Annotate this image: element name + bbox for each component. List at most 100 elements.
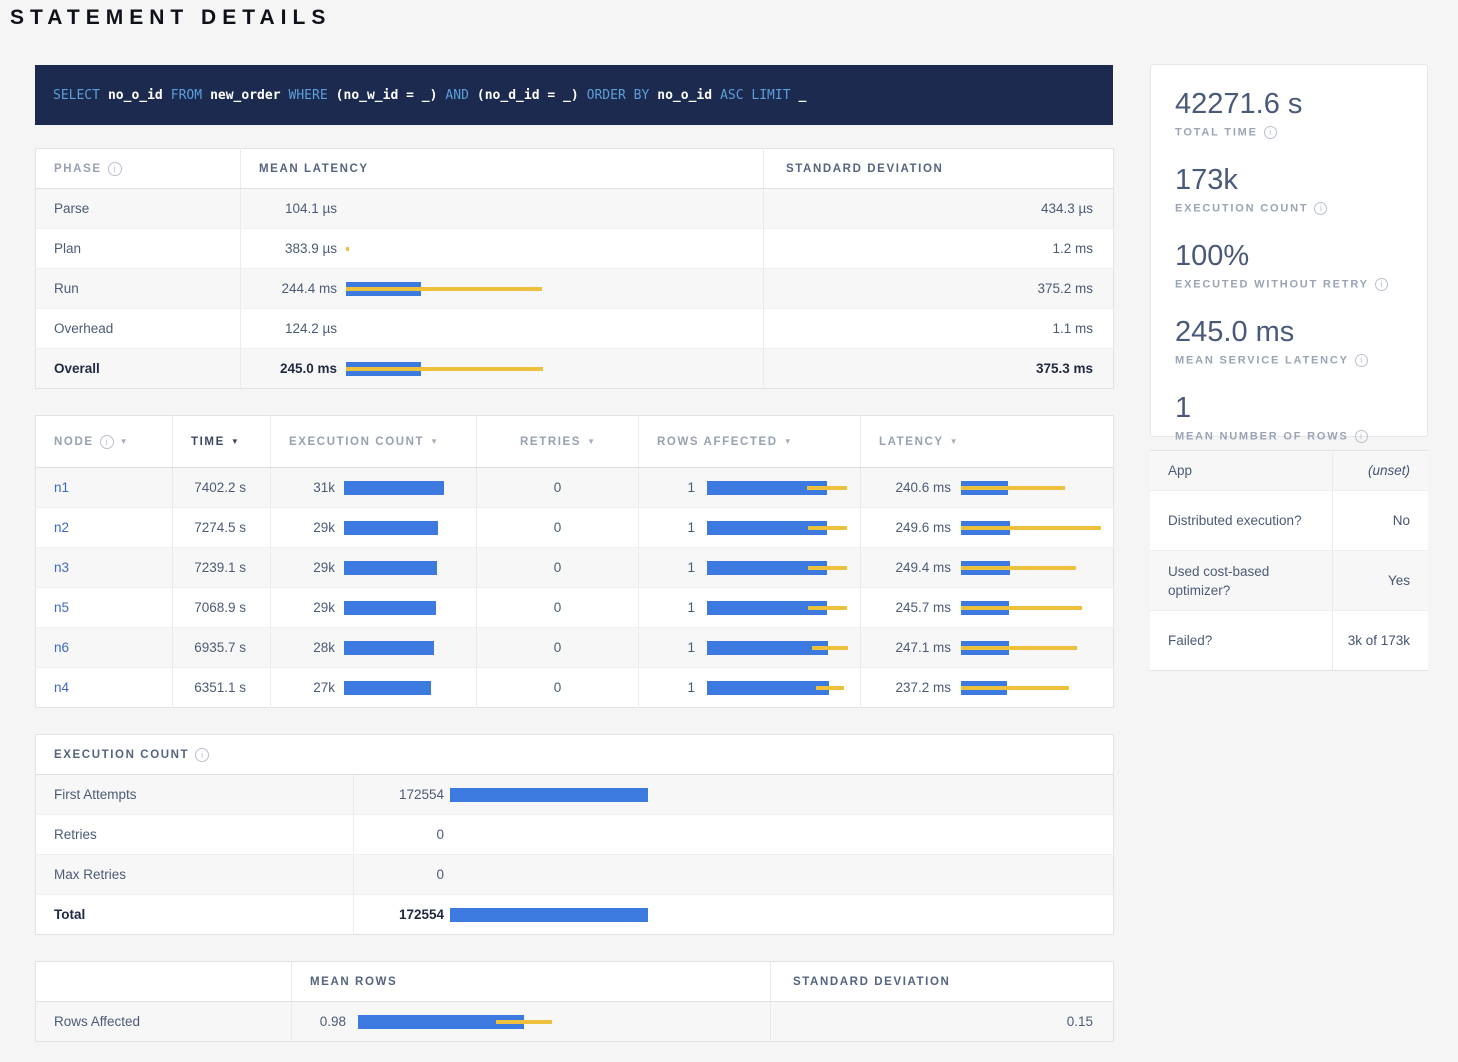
stat-mean-number-of-rows: 1 MEAN NUMBER OF ROWSi [1175,391,1403,443]
stat-value: 245.0 ms [1175,315,1403,349]
latency-value: 245.7 ms [879,600,951,615]
stddev-value: 1.2 ms [764,229,1114,269]
retries-value: 0 [477,628,639,668]
statement-details-page: STATEMENT DETAILS SELECTno_o_idFROMnew_o… [0,0,1458,1062]
stddev-bar [346,247,349,251]
retries-column-header[interactable]: RETRIES▼ [477,416,639,468]
node-link[interactable]: n2 [54,520,69,535]
retries-value: 0 [477,588,639,628]
attribute-value: (unset) [1332,451,1428,491]
latency-value: 247.1 ms [879,640,951,655]
node-stats-table: NODEi▼ TIME▼ EXECUTION COUNT ▼ RETRIES▼ R… [35,415,1114,708]
execution-count-bar [344,481,476,495]
execution-count-column-header[interactable]: EXECUTION COUNT ▼ [271,416,477,468]
phase-latency-table: PHASEi MEAN LATENCY STANDARD DEVIATION P… [35,148,1114,389]
info-icon[interactable]: i [1375,278,1388,291]
stat-label-text: MEAN NUMBER OF ROWS [1175,430,1349,442]
sort-caret-icon: ▼ [430,437,438,446]
latency-column-header[interactable]: LATENCY▼ [861,416,1114,468]
node-link[interactable]: n5 [54,600,69,615]
stddev-bar [807,486,847,490]
node-column-header[interactable]: NODEi▼ [36,416,173,468]
execution-count-value: 29k [287,520,335,535]
execution-count-bar [344,681,476,695]
rows-affected-value: 1 [655,480,695,495]
retries-value: 0 [477,668,639,708]
table-row: Distributed execution? No [1150,491,1428,551]
main-content: SELECTno_o_idFROMnew_orderWHERE(no_w_id … [35,65,1113,1062]
info-icon[interactable]: i [1314,202,1327,215]
page-title: STATEMENT DETAILS [10,6,331,30]
stddev-bar [808,566,847,570]
retries-value: 0 [477,508,639,548]
phase-label: Parse [36,189,241,229]
exec-row-label: First Attempts [36,775,354,815]
info-icon[interactable]: i [1355,354,1368,367]
table-row: Max Retries 0 [36,855,1114,895]
time-value: 6351.1 s [173,668,271,708]
phase-label: Overall [36,349,241,389]
rows-affected-value: 1 [655,520,695,535]
exec-count-cell: 0 [368,867,1113,882]
phase-label: Plan [36,229,241,269]
stddev-bar [961,566,1076,570]
execution-count-cell: 29k [287,560,476,575]
time-value: 7402.2 s [173,468,271,508]
sql-token: _ [799,88,807,103]
retries-value: 0 [477,468,639,508]
node-link[interactable]: n1 [54,480,69,495]
info-icon[interactable]: i [195,748,209,762]
rows-affected-table: MEAN ROWS STANDARD DEVIATION Rows Affect… [35,961,1114,1042]
latency-value: 237.2 ms [879,680,951,695]
table-header-row: NODEi▼ TIME▼ EXECUTION COUNT ▼ RETRIES▼ R… [36,416,1114,468]
phase-column-header: PHASEi [36,149,241,189]
rows-affected-bar [707,481,860,495]
stat-executed-without-retry: 100% EXECUTED WITHOUT RETRYi [1175,239,1403,291]
table-row: Failed? 3k of 173k [1150,611,1428,671]
execution-count-header-label: EXECUTION COUNT [289,436,424,448]
sql-token: SELECT [53,88,100,103]
standard-deviation-column-header: STANDARD DEVIATION [764,149,1114,189]
latency-bar [346,282,763,296]
time-column-header[interactable]: TIME▼ [173,416,271,468]
execution-count-value: 28k [287,640,335,655]
info-icon[interactable]: i [108,162,122,176]
rows-affected-column-header[interactable]: ROWS AFFECTED▼ [639,416,861,468]
empty-header-cell [36,962,292,1002]
stat-label: MEAN SERVICE LATENCYi [1175,354,1403,367]
sql-token: FROM [171,88,202,103]
sql-token: WHERE [289,88,328,103]
count-bar-wrap [450,828,1113,842]
latency-bar [961,641,1113,655]
count-bar-wrap [450,868,1113,882]
count-bar [344,561,437,575]
node-link[interactable]: n4 [54,680,69,695]
sort-caret-icon: ▼ [231,437,239,446]
phase-label: Run [36,269,241,309]
table-row: Rows Affected 0.98 0.15 [36,1002,1114,1042]
node-link[interactable]: n3 [54,560,69,575]
node-link[interactable]: n6 [54,640,69,655]
mean-rows-bar [358,1015,770,1029]
stddev-value: 1.1 ms [764,309,1114,349]
sql-token: ORDER BY [587,88,650,103]
latency-cell: 249.4 ms [879,560,1113,575]
info-icon[interactable]: i [1264,126,1277,139]
execution-count-bar [344,641,476,655]
mean-latency-value: 383.9 µs [259,241,337,256]
execution-count-cell: 27k [287,680,476,695]
table-row: Total 172554 [36,895,1114,935]
exec-row-label: Retries [36,815,354,855]
latency-cell: 245.7 ms [879,600,1113,615]
table-row: Parse 104.1 µs 434.3 µs [36,189,1114,229]
latency-cell: 240.6 ms [879,480,1113,495]
sql-statement: SELECTno_o_idFROMnew_orderWHERE(no_w_id … [53,88,814,103]
info-icon[interactable]: i [1355,430,1368,443]
mean-bar [707,681,829,695]
count-bar [450,788,648,802]
stat-total-time: 42271.6 s TOTAL TIMEi [1175,87,1403,139]
info-icon[interactable]: i [100,435,114,449]
rows-affected-cell: 1 [655,560,860,575]
rows-affected-cell: 1 [655,520,860,535]
latency-bar [346,202,763,216]
